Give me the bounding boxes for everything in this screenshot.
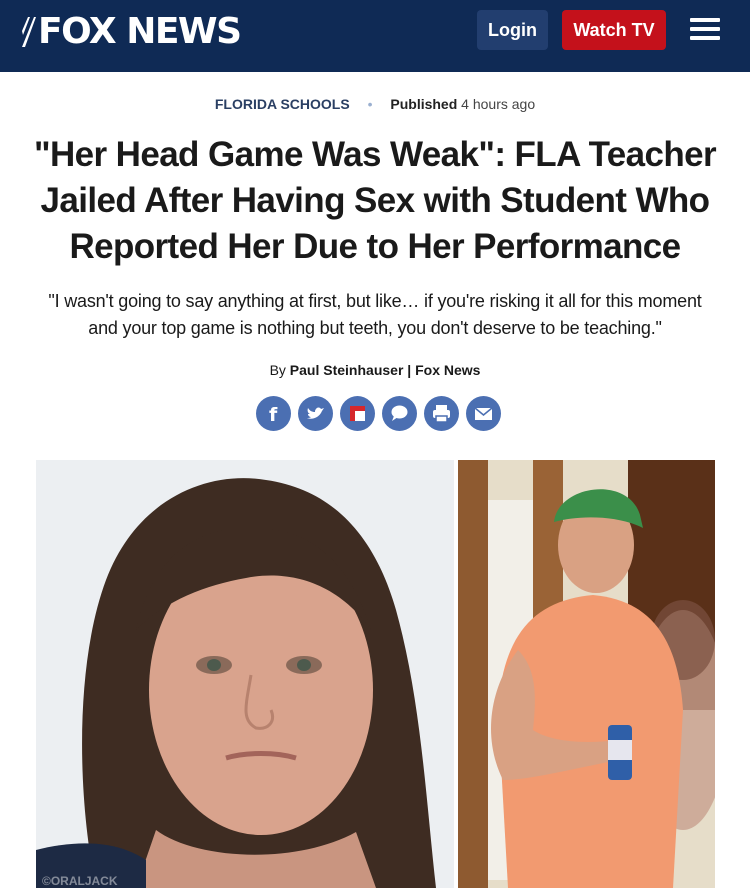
comment-icon[interactable] bbox=[382, 396, 417, 431]
author-link[interactable]: Paul Steinhauser | Fox News bbox=[290, 362, 481, 378]
logo-text: FOX NEWS bbox=[38, 11, 242, 52]
fox-news-logo[interactable]: FOX NEWS bbox=[22, 11, 242, 52]
flipboard-icon[interactable] bbox=[340, 396, 375, 431]
email-icon[interactable] bbox=[466, 396, 501, 431]
hamburger-menu-icon[interactable] bbox=[690, 18, 720, 42]
svg-text:f: f bbox=[269, 404, 278, 426]
article-photos: ©ORALJACK bbox=[36, 460, 715, 888]
article-headline: "Her Head Game Was Weak": FLA Teacher Ja… bbox=[33, 135, 717, 266]
mugshot-photo[interactable]: ©ORALJACK bbox=[36, 460, 454, 888]
article-subheadline: "I wasn't going to say anything at first… bbox=[48, 291, 702, 338]
facebook-icon[interactable]: f bbox=[256, 396, 291, 431]
byline: By Paul Steinhauser | Fox News bbox=[0, 362, 750, 378]
watch-tv-button[interactable]: Watch TV bbox=[562, 10, 666, 50]
published-label: Published bbox=[390, 96, 458, 112]
site-header: FOX NEWS Login Watch TV bbox=[0, 0, 750, 72]
article-meta: FLORIDA SCHOOLS • Published 4 hours ago bbox=[0, 96, 750, 112]
twitter-icon[interactable] bbox=[298, 396, 333, 431]
category-link[interactable]: FLORIDA SCHOOLS bbox=[215, 96, 350, 112]
byline-prefix: By bbox=[269, 362, 286, 378]
photo-watermark: ©ORALJACK bbox=[42, 874, 118, 888]
young-man-photo[interactable] bbox=[458, 460, 715, 888]
meta-separator: • bbox=[367, 96, 373, 112]
print-icon[interactable] bbox=[424, 396, 459, 431]
published-time: 4 hours ago bbox=[461, 96, 536, 112]
logo-slash-icon bbox=[22, 17, 36, 47]
login-button[interactable]: Login bbox=[477, 10, 548, 50]
